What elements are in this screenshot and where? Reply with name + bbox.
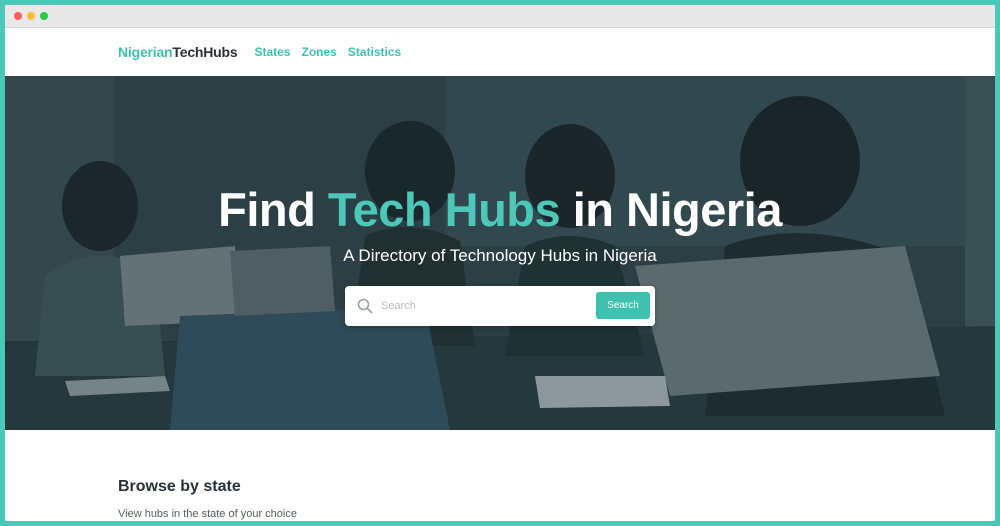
- browse-subtitle: View hubs in the state of your choice: [118, 508, 297, 520]
- hero-title-start: Find: [218, 183, 328, 236]
- nav-link-zones[interactable]: Zones: [302, 45, 337, 59]
- hero-section: Find Tech Hubs in Nigeria A Directory of…: [5, 76, 995, 430]
- browse-title: Browse by state: [118, 478, 241, 495]
- hero-content: Find Tech Hubs in Nigeria A Directory of…: [5, 182, 995, 266]
- search-input[interactable]: [379, 299, 588, 313]
- window-titlebar: [5, 5, 995, 28]
- logo-part-techhubs: TechHubs: [172, 44, 238, 60]
- hero-title-accent: Tech Hubs: [327, 183, 561, 236]
- hero-title: Find Tech Hubs in Nigeria: [5, 182, 995, 238]
- hero-title-end: in Nigeria: [560, 183, 783, 236]
- minimize-window-button[interactable]: [27, 12, 35, 20]
- close-window-button[interactable]: [14, 12, 22, 20]
- browse-by-state-section: Browse by state View hubs in the state o…: [5, 430, 995, 520]
- hero-subtitle: A Directory of Technology Hubs in Nigeri…: [343, 246, 657, 265]
- search-button[interactable]: Search: [596, 292, 650, 319]
- nav-link-states[interactable]: States: [254, 45, 290, 59]
- search-icon: [357, 298, 373, 314]
- browser-window: NigerianTechHubs States Zones Statistics: [5, 5, 995, 521]
- logo-part-nigerian: Nigerian: [118, 44, 173, 60]
- nav-links: States Zones Statistics: [254, 45, 401, 59]
- nav-link-statistics[interactable]: Statistics: [348, 45, 401, 59]
- maximize-window-button[interactable]: [40, 12, 48, 20]
- site-logo[interactable]: NigerianTechHubs: [118, 44, 238, 60]
- search-bar: Search: [345, 286, 655, 326]
- top-navbar: NigerianTechHubs States Zones Statistics: [5, 28, 995, 76]
